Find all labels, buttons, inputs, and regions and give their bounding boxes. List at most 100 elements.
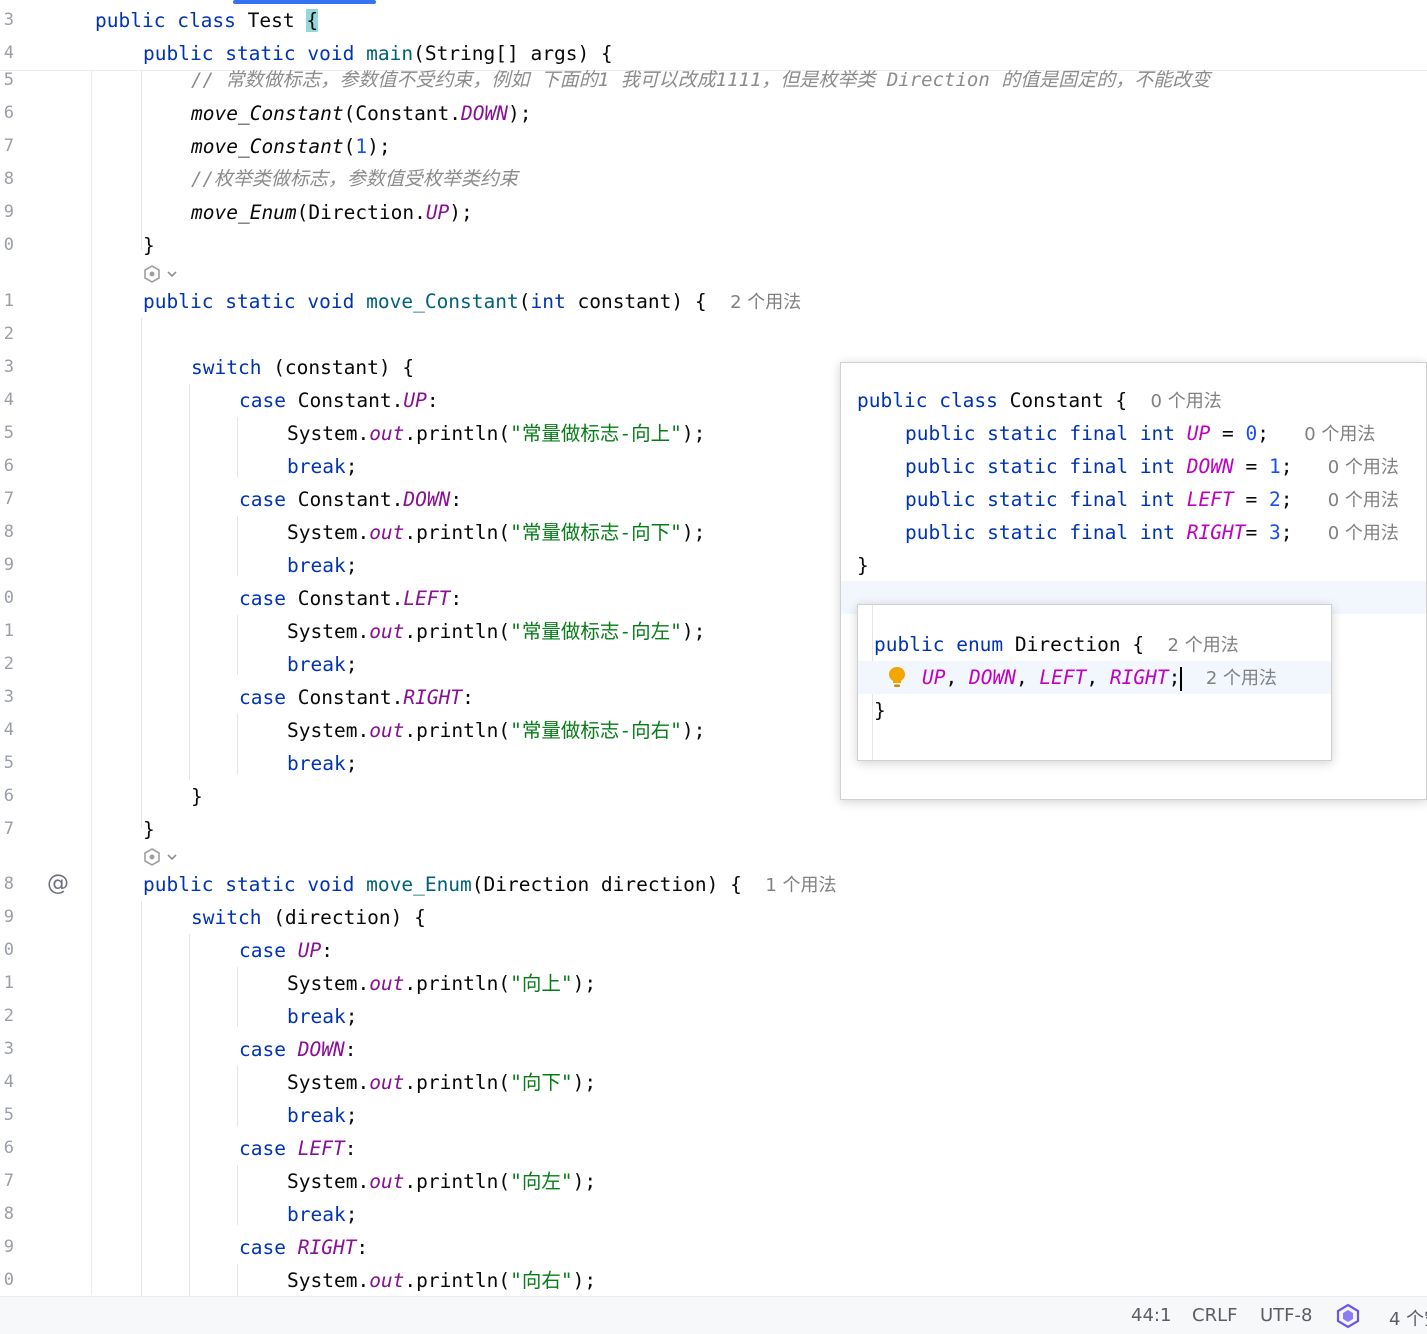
line-number[interactable]: 6 bbox=[0, 450, 14, 483]
code-line[interactable]: move_Constant(Constant.DOWN); bbox=[191, 97, 531, 130]
code-line[interactable]: break; bbox=[287, 747, 357, 780]
line-number[interactable]: 2 bbox=[0, 1000, 14, 1033]
code-line[interactable]: break; bbox=[287, 1099, 357, 1132]
line-number[interactable]: 2 bbox=[0, 648, 14, 681]
line-number[interactable]: 2 bbox=[0, 318, 14, 351]
code-line[interactable]: break; bbox=[287, 549, 357, 582]
usages-hint[interactable]: 0 个用法 bbox=[1304, 424, 1375, 445]
code-line[interactable]: public static final int UP = 0; 0 个用法 bbox=[905, 417, 1375, 451]
line-number[interactable]: 0 bbox=[0, 1264, 14, 1297]
code-line[interactable]: case Constant.LEFT: bbox=[239, 582, 462, 615]
usages-hint[interactable]: 0 个用法 bbox=[1328, 490, 1399, 511]
line-number[interactable]: 3 bbox=[0, 351, 14, 384]
code-line[interactable]: case Constant.RIGHT: bbox=[239, 681, 474, 714]
usages-hint[interactable]: 0 个用法 bbox=[1151, 391, 1222, 412]
line-number[interactable]: 6 bbox=[0, 780, 14, 813]
code-line[interactable]: } bbox=[143, 813, 155, 846]
usages-hint[interactable]: 0 个用法 bbox=[1328, 523, 1399, 544]
line-number[interactable]: 4 bbox=[0, 384, 14, 417]
code-line[interactable]: System.out.println("常量做标志-向右"); bbox=[287, 714, 705, 747]
code-comment[interactable]: // 常数做标志，参数值不受约束，例如 下面的1 我可以改成1111，但是枚举类… bbox=[191, 64, 1210, 97]
code-line[interactable]: case Constant.DOWN: bbox=[239, 483, 462, 516]
code-line[interactable]: public static final int DOWN = 1; 0 个用法 bbox=[905, 450, 1399, 484]
code-comment[interactable]: //枚举类做标志，参数值受枚举类约束 bbox=[191, 163, 518, 196]
line-number[interactable]: 7 bbox=[0, 130, 14, 163]
code-line[interactable]: System.out.println("向上"); bbox=[287, 967, 596, 1000]
code-line[interactable]: break; bbox=[287, 648, 357, 681]
line-number[interactable]: 1 bbox=[0, 285, 14, 318]
code-line[interactable]: case RIGHT: bbox=[239, 1231, 368, 1264]
direction-enum-popup[interactable]: public enum Direction { 2 个用法 UP, DOWN, … bbox=[857, 604, 1332, 761]
line-number[interactable]: 8 bbox=[0, 516, 14, 549]
code-line[interactable]: System.out.println("常量做标志-向上"); bbox=[287, 417, 705, 450]
code-line[interactable]: System.out.println("向右"); bbox=[287, 1264, 596, 1297]
line-number[interactable]: 4 bbox=[0, 1066, 14, 1099]
lightbulb-icon[interactable] bbox=[887, 665, 907, 693]
line-number[interactable]: 1 bbox=[0, 615, 14, 648]
line-number[interactable]: 9 bbox=[0, 901, 14, 934]
line-number[interactable]: 9 bbox=[0, 549, 14, 582]
code-line[interactable]: } bbox=[857, 549, 869, 582]
line-number[interactable]: 5 bbox=[0, 747, 14, 780]
line-number[interactable]: 0 bbox=[0, 934, 14, 967]
code-line[interactable]: case DOWN: bbox=[239, 1033, 356, 1066]
line-number[interactable]: 5 bbox=[0, 1099, 14, 1132]
line-number[interactable]: 7 bbox=[0, 1165, 14, 1198]
usages-hint[interactable]: 1 个用法 bbox=[765, 875, 836, 896]
line-number[interactable]: 3 bbox=[0, 4, 14, 37]
line-number[interactable]: 6 bbox=[0, 1132, 14, 1165]
code-line[interactable]: case LEFT: bbox=[239, 1132, 356, 1165]
line-number[interactable]: 9 bbox=[0, 1231, 14, 1264]
implementation-at-icon[interactable]: @ bbox=[47, 871, 69, 896]
code-line[interactable]: public enum Direction { 2 个用法 bbox=[874, 628, 1239, 662]
indent-selector[interactable]: 4 个空 bbox=[1389, 1305, 1427, 1331]
line-number[interactable]: 6 bbox=[0, 97, 14, 130]
code-line[interactable]: System.out.println("向左"); bbox=[287, 1165, 596, 1198]
line-number[interactable]: 8 bbox=[0, 1198, 14, 1231]
line-number[interactable]: 3 bbox=[0, 681, 14, 714]
code-line[interactable]: break; bbox=[287, 450, 357, 483]
line-number[interactable]: 8 bbox=[0, 163, 14, 196]
line-number[interactable]: 8 bbox=[0, 868, 14, 901]
caret-position[interactable]: 44:1 bbox=[1131, 1305, 1171, 1326]
code-line[interactable]: } bbox=[143, 229, 155, 262]
code-line[interactable]: } bbox=[874, 694, 886, 727]
code-line[interactable]: public class Constant { 0 个用法 bbox=[857, 384, 1222, 418]
code-line[interactable]: break; bbox=[287, 1198, 357, 1231]
code-line[interactable]: public static final int LEFT = 2; 0 个用法 bbox=[905, 483, 1399, 517]
line-number[interactable]: 7 bbox=[0, 483, 14, 516]
code-line[interactable]: UP, DOWN, LEFT, RIGHT; 2 个用法 bbox=[922, 661, 1277, 695]
ai-assistant-status-icon[interactable] bbox=[1334, 1303, 1362, 1334]
code-line[interactable]: System.out.println("常量做标志-向左"); bbox=[287, 615, 705, 648]
line-number[interactable]: 4 bbox=[0, 714, 14, 747]
code-line[interactable]: break; bbox=[287, 1000, 357, 1033]
code-line[interactable]: System.out.println("常量做标志-向下"); bbox=[287, 516, 705, 549]
usages-hint[interactable]: 2 个用法 bbox=[730, 292, 801, 313]
code-line[interactable]: public static void move_Constant(int con… bbox=[143, 285, 801, 319]
code-line[interactable]: switch (direction) { bbox=[191, 901, 426, 934]
line-number[interactable]: 5 bbox=[0, 417, 14, 450]
code-text: .println( bbox=[404, 521, 511, 544]
line-ending-selector[interactable]: CRLF bbox=[1192, 1305, 1237, 1326]
line-number[interactable]: 0 bbox=[0, 582, 14, 615]
line-number[interactable]: 0 bbox=[0, 229, 14, 262]
code-line[interactable]: switch (constant) { bbox=[191, 351, 414, 384]
code-line[interactable]: move_Constant(1); bbox=[191, 130, 391, 163]
line-number[interactable]: 5 bbox=[0, 64, 14, 97]
usages-hint[interactable]: 0 个用法 bbox=[1328, 457, 1399, 478]
line-number[interactable]: 9 bbox=[0, 196, 14, 229]
code-line[interactable]: System.out.println("向下"); bbox=[287, 1066, 596, 1099]
code-line[interactable]: public static void move_Enum(Direction d… bbox=[143, 868, 837, 902]
code-line[interactable]: move_Enum(Direction.UP); bbox=[191, 196, 473, 229]
line-number[interactable]: 3 bbox=[0, 1033, 14, 1066]
code-line[interactable]: case Constant.UP: bbox=[239, 384, 439, 417]
code-line[interactable]: } bbox=[191, 780, 203, 813]
usages-hint[interactable]: 2 个用法 bbox=[1168, 635, 1239, 656]
usages-hint[interactable]: 2 个用法 bbox=[1206, 668, 1277, 689]
code-line[interactable]: public class Test { bbox=[95, 4, 319, 37]
line-number[interactable]: 1 bbox=[0, 967, 14, 1000]
line-number[interactable]: 7 bbox=[0, 813, 14, 846]
code-line[interactable]: case UP: bbox=[239, 934, 333, 967]
code-line[interactable]: public static final int RIGHT= 3; 0 个用法 bbox=[905, 516, 1399, 550]
encoding-selector[interactable]: UTF-8 bbox=[1260, 1305, 1312, 1326]
